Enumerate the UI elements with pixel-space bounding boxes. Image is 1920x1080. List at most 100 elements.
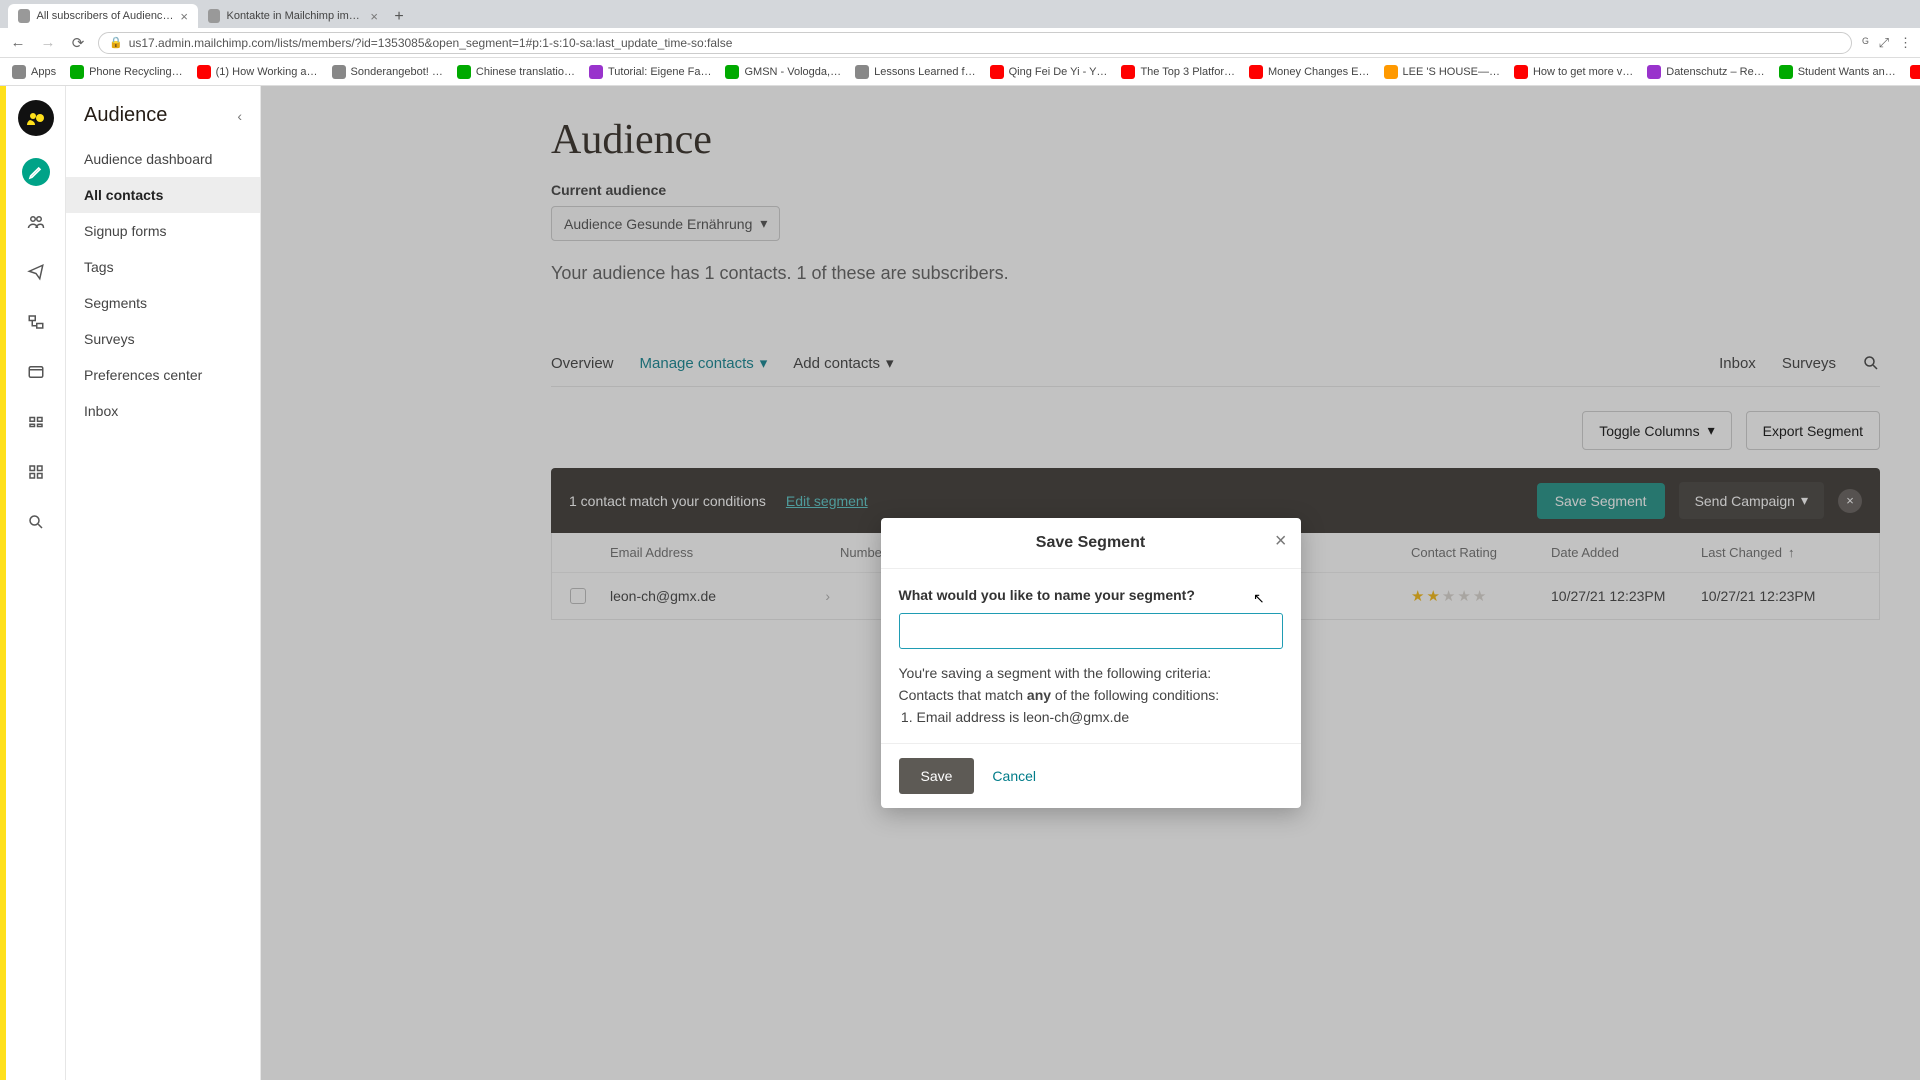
rail-create-icon[interactable] <box>22 158 50 186</box>
subnav-label: Surveys <box>84 331 135 347</box>
bookmark-label: Tutorial: Eigene Fa… <box>608 66 712 78</box>
app-root: Audience ‹ Audience dashboard All contac… <box>0 86 1920 1080</box>
bookmark-favicon-icon <box>1779 65 1793 79</box>
subnav-item-dashboard[interactable]: Audience dashboard <box>66 141 260 177</box>
bookmark-item[interactable]: Sonderangebot! … <box>328 63 447 81</box>
bookmark-item[interactable]: LEE 'S HOUSE—… <box>1380 63 1504 81</box>
main-area: Audience Current audience Audience Gesun… <box>261 86 1920 1080</box>
modal-save-button[interactable]: Save <box>899 758 975 794</box>
nav-reload-icon[interactable]: ⟳ <box>68 33 88 53</box>
browser-tab-active[interactable]: All subscribers of Audience G… × <box>8 4 198 28</box>
save-segment-modal: Save Segment × What would you like to na… <box>881 518 1301 808</box>
bookmark-item[interactable]: (1) How Working a… <box>193 63 322 81</box>
bookmark-label: Datenschutz – Re… <box>1666 66 1764 78</box>
subnav-item-inbox[interactable]: Inbox <box>66 393 260 429</box>
subnav-label: Preferences center <box>84 367 202 383</box>
subnav-item-signup-forms[interactable]: Signup forms <box>66 213 260 249</box>
subnav-item-all-contacts[interactable]: All contacts <box>66 177 260 213</box>
lock-icon: 🔒 <box>109 36 123 49</box>
bookmark-item[interactable]: Datenschutz – Re… <box>1643 63 1768 81</box>
bookmark-item[interactable]: Phone Recycling… <box>66 63 187 81</box>
nav-back-icon[interactable]: ← <box>8 33 28 53</box>
collapse-subnav-icon[interactable]: ‹ <box>237 108 242 124</box>
tab-close-icon[interactable]: × <box>370 9 378 24</box>
text-bold: any <box>1027 687 1051 703</box>
modal-question: What would you like to name your segment… <box>899 587 1283 603</box>
subnav-item-surveys[interactable]: Surveys <box>66 321 260 357</box>
subnav-label: Audience dashboard <box>84 151 212 167</box>
bookmark-label: Apps <box>31 66 56 78</box>
modal-cancel-button[interactable]: Cancel <box>992 768 1036 784</box>
nav-forward-icon[interactable]: → <box>38 33 58 53</box>
rail-website-icon[interactable] <box>22 358 50 386</box>
bookmark-label: GMSN - Vologda,… <box>744 66 841 78</box>
tab-close-icon[interactable]: × <box>180 9 188 24</box>
zoom-icon[interactable]: ⤢ <box>1879 35 1889 51</box>
bookmark-label: LEE 'S HOUSE—… <box>1403 66 1500 78</box>
text: of the following conditions: <box>1051 687 1219 703</box>
bookmark-item[interactable]: Chinese translatio… <box>453 63 579 81</box>
tab-title: Kontakte in Mailchimp importi… <box>226 10 364 22</box>
bookmark-label: Qing Fei De Yi - Y… <box>1009 66 1108 78</box>
criteria-item: Email address is leon-ch@gmx.de <box>917 709 1283 725</box>
url-input[interactable]: 🔒 us17.admin.mailchimp.com/lists/members… <box>98 32 1852 54</box>
bookmark-favicon-icon <box>1910 65 1920 79</box>
bookmark-item[interactable]: Apps <box>8 63 60 81</box>
bookmark-label: Phone Recycling… <box>89 66 183 78</box>
subnav-item-tags[interactable]: Tags <box>66 249 260 285</box>
new-tab-button[interactable]: + <box>388 6 410 28</box>
favicon-icon <box>18 9 30 23</box>
segment-name-input[interactable] <box>899 613 1283 649</box>
rail-search-icon[interactable] <box>22 508 50 536</box>
tab-title: All subscribers of Audience G… <box>36 10 174 22</box>
rail-automations-icon[interactable] <box>22 308 50 336</box>
bookmark-item[interactable]: Money Changes E… <box>1245 63 1374 81</box>
bookmark-favicon-icon <box>855 65 869 79</box>
favicon-icon <box>208 9 220 23</box>
subnav-item-preferences[interactable]: Preferences center <box>66 357 260 393</box>
bookmark-item[interactable]: Qing Fei De Yi - Y… <box>986 63 1112 81</box>
modal-match-line: Contacts that match any of the following… <box>899 687 1283 703</box>
bookmark-favicon-icon <box>1249 65 1263 79</box>
modal-header: Save Segment × <box>881 518 1301 569</box>
url-text: us17.admin.mailchimp.com/lists/members/?… <box>129 36 733 50</box>
bookmark-favicon-icon <box>457 65 471 79</box>
modal-close-icon[interactable]: × <box>1275 530 1287 553</box>
menu-icon[interactable]: ⋮ <box>1899 35 1912 51</box>
bookmark-item[interactable]: Tutorial: Eigene Fa… <box>585 63 716 81</box>
bookmark-label: Chinese translatio… <box>476 66 575 78</box>
bookmark-item[interactable]: (2) How To Add A… <box>1906 63 1920 81</box>
bookmark-item[interactable]: How to get more v… <box>1510 63 1637 81</box>
rail-integrations-icon[interactable] <box>22 458 50 486</box>
bookmark-favicon-icon <box>12 65 26 79</box>
bookmark-label: The Top 3 Platfor… <box>1140 66 1235 78</box>
bookmark-label: (1) How Working a… <box>216 66 318 78</box>
subnav-label: Inbox <box>84 403 118 419</box>
bookmark-favicon-icon <box>990 65 1004 79</box>
bookmark-favicon-icon <box>1647 65 1661 79</box>
modal-saving-line: You're saving a segment with the followi… <box>899 665 1283 681</box>
rail-content-icon[interactable] <box>22 408 50 436</box>
icon-rail <box>6 86 66 1080</box>
subnav-header: Audience ‹ <box>66 104 260 141</box>
text: Contacts that match <box>899 687 1027 703</box>
translate-icon[interactable]: ᴳ <box>1862 35 1868 50</box>
bookmark-item[interactable]: GMSN - Vologda,… <box>721 63 845 81</box>
subnav-label: Segments <box>84 295 147 311</box>
bookmark-label: Money Changes E… <box>1268 66 1370 78</box>
browser-tab[interactable]: Kontakte in Mailchimp importi… × <box>198 4 388 28</box>
subnav-item-segments[interactable]: Segments <box>66 285 260 321</box>
bookmark-item[interactable]: Lessons Learned f… <box>851 63 980 81</box>
bookmark-favicon-icon <box>197 65 211 79</box>
bookmark-item[interactable]: Student Wants an… <box>1775 63 1900 81</box>
subnav-label: Tags <box>84 259 114 275</box>
mailchimp-logo-icon[interactable] <box>18 100 54 136</box>
bookmark-label: Sonderangebot! … <box>351 66 443 78</box>
url-bar-row: ← → ⟳ 🔒 us17.admin.mailchimp.com/lists/m… <box>0 28 1920 58</box>
rail-campaigns-icon[interactable] <box>22 258 50 286</box>
subnav-title: Audience <box>84 104 167 127</box>
modal-title: Save Segment <box>1036 534 1145 552</box>
bookmarks-bar: Apps Phone Recycling… (1) How Working a…… <box>0 58 1920 86</box>
rail-audience-icon[interactable] <box>22 208 50 236</box>
bookmark-item[interactable]: The Top 3 Platfor… <box>1117 63 1239 81</box>
